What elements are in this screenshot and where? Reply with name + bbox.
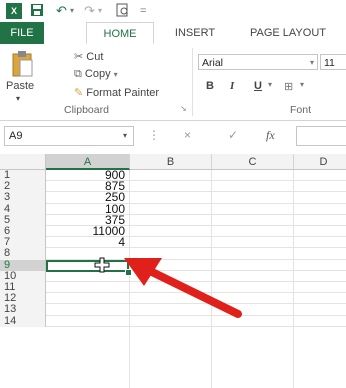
formula-bar: A9 ▾ ⋮ × ✓ fx [0, 124, 346, 148]
gridline [46, 191, 346, 193]
enter-icon[interactable]: ✓ [228, 128, 238, 142]
redo-icon[interactable]: ↷ [84, 3, 95, 19]
row-header[interactable]: 3 [0, 192, 46, 204]
gridline [46, 236, 346, 238]
select-all-corner[interactable] [0, 154, 46, 170]
name-box[interactable]: A9 ▾ [4, 126, 134, 146]
chevron-down-icon[interactable]: ▾ [70, 3, 74, 19]
bold-button[interactable]: B [206, 80, 214, 92]
worksheet-grid: A B C D 1 2 3 4 5 6 7 8 9 10 11 12 13 14… [0, 154, 346, 388]
font-name-select[interactable]: Arial ▾ [198, 54, 318, 70]
gridline [46, 202, 346, 204]
copy-button[interactable]: ⧉ Copy ▾ [74, 68, 118, 81]
chevron-down-icon: ▾ [113, 70, 118, 79]
quick-access-toolbar: X ↶ ▾ ↷ ▾ = [0, 0, 346, 22]
red-arrow-annotation [118, 252, 248, 322]
ribbon-tabs: FILE HOME INSERT PAGE LAYOUT [0, 22, 346, 45]
row-header[interactable]: 13 [0, 304, 46, 316]
formula-input[interactable] [296, 126, 346, 146]
gridline [46, 325, 346, 327]
chevron-down-icon[interactable]: ▾ [268, 80, 272, 89]
tab-insert[interactable]: INSERT [170, 22, 220, 44]
cancel-icon[interactable]: × [184, 128, 191, 142]
save-icon[interactable] [30, 3, 44, 19]
insert-function-icon[interactable]: fx [266, 128, 275, 143]
paste-button[interactable]: Paste [6, 80, 34, 92]
borders-icon[interactable]: ⊞ [284, 80, 293, 93]
chevron-down-icon[interactable]: ▾ [300, 80, 304, 89]
gridline [46, 225, 346, 226]
cut-button[interactable]: ✂ Cut [74, 50, 103, 63]
gridline [46, 247, 346, 249]
tab-home[interactable]: HOME [86, 22, 154, 44]
name-box-value: A9 [9, 130, 23, 142]
font-name-value: Arial [202, 57, 224, 69]
undo-icon[interactable]: ↶ [56, 3, 67, 19]
chevron-down-icon: ▾ [122, 131, 127, 140]
chevron-down-icon[interactable]: ▾ [98, 3, 102, 19]
column-header-d[interactable]: D [294, 154, 346, 170]
scissors-icon: ✂ [74, 51, 84, 63]
dialog-launcher-icon[interactable]: ↘ [180, 104, 187, 113]
cut-label: Cut [86, 51, 104, 63]
customize-qat-icon[interactable]: = [140, 3, 146, 19]
tab-file[interactable]: FILE [0, 22, 44, 44]
print-preview-icon[interactable] [116, 3, 130, 19]
gridline [46, 213, 346, 215]
active-cell[interactable] [46, 259, 129, 272]
brush-icon: ✎ [74, 87, 84, 99]
ribbon: Paste ▾ ✂ Cut ⧉ Copy ▾ ✎ Format Painter … [0, 44, 346, 121]
tab-page-layout[interactable]: PAGE LAYOUT [238, 22, 338, 44]
column-header-c[interactable]: C [212, 154, 294, 170]
chevron-down-icon[interactable]: ▾ [16, 94, 20, 103]
font-size-select[interactable]: 11 [320, 54, 346, 70]
copy-icon: ⧉ [74, 68, 82, 80]
cross-cursor-icon [94, 257, 110, 273]
column-header-b[interactable]: B [130, 154, 212, 170]
copy-label: Copy [84, 68, 111, 80]
underline-button[interactable]: U [254, 80, 262, 92]
font-group-label: Font [290, 104, 312, 116]
format-painter-label: Format Painter [86, 87, 160, 99]
group-divider [192, 48, 193, 116]
more-icon: ⋮ [148, 128, 160, 142]
italic-button[interactable]: I [230, 80, 234, 92]
row-header[interactable]: 14 [0, 315, 46, 327]
chevron-down-icon: ▾ [309, 58, 314, 67]
format-painter-button[interactable]: ✎ Format Painter [74, 86, 159, 99]
excel-icon[interactable]: X [6, 3, 22, 19]
paste-icon[interactable] [12, 50, 33, 77]
clipboard-group-label: Clipboard [64, 104, 109, 116]
row-header[interactable]: 8 [0, 248, 46, 260]
gridline [46, 180, 346, 182]
